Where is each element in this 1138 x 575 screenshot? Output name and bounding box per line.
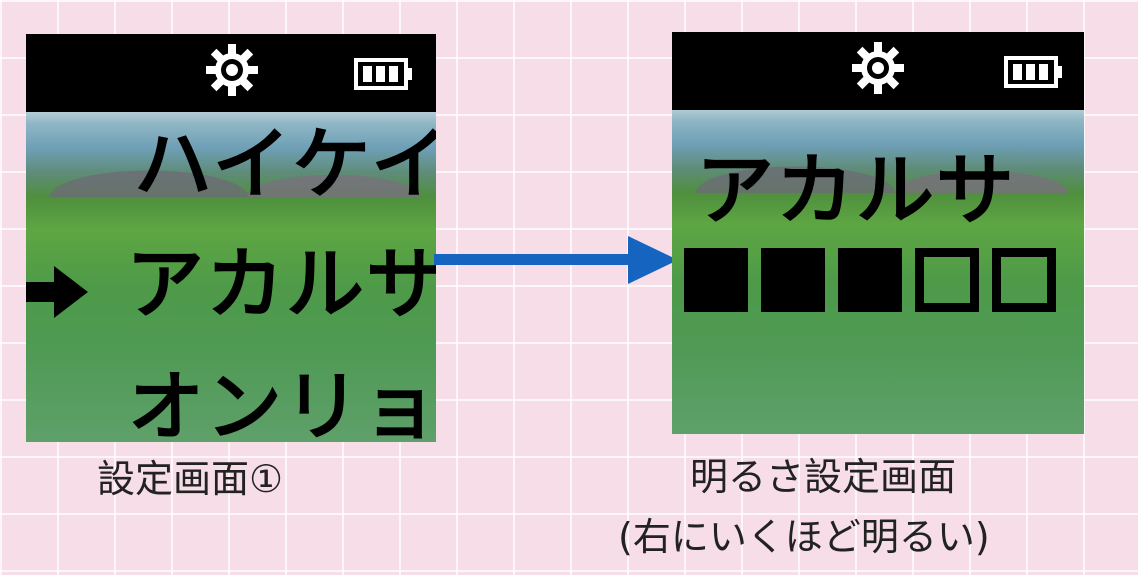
transition-arrow <box>434 236 678 284</box>
gear-icon <box>206 44 258 96</box>
settings-caption: 設定画面① <box>97 457 284 501</box>
battery-full-icon <box>354 58 412 90</box>
menu-item-background[interactable]: ハイケイ <box>134 120 436 210</box>
status-bar <box>26 34 436 112</box>
level-segment-empty <box>992 248 1056 312</box>
brightness-screen: アカルサ <box>672 32 1084 434</box>
battery-full-icon <box>1004 56 1062 88</box>
menu-item-volume[interactable]: オンリョウ <box>128 362 436 442</box>
settings-screen: ハイケイ アカルサ オンリョウ <box>26 34 436 442</box>
level-segment-filled <box>761 248 825 312</box>
status-bar <box>672 32 1084 110</box>
brightness-level-meter[interactable] <box>684 248 1056 312</box>
level-segment-empty <box>915 248 979 312</box>
brightness-title: アカルサ <box>696 146 1017 236</box>
brightness-caption: 明るさ設定画面 <box>690 455 957 499</box>
gear-icon <box>852 42 904 94</box>
level-segment-filled <box>838 248 902 312</box>
right-arrow-icon <box>26 266 88 318</box>
brightness-caption-note: (右にいくほど明るい) <box>618 515 990 559</box>
menu-item-brightness[interactable]: アカルサ <box>126 240 436 330</box>
level-segment-filled <box>684 248 748 312</box>
